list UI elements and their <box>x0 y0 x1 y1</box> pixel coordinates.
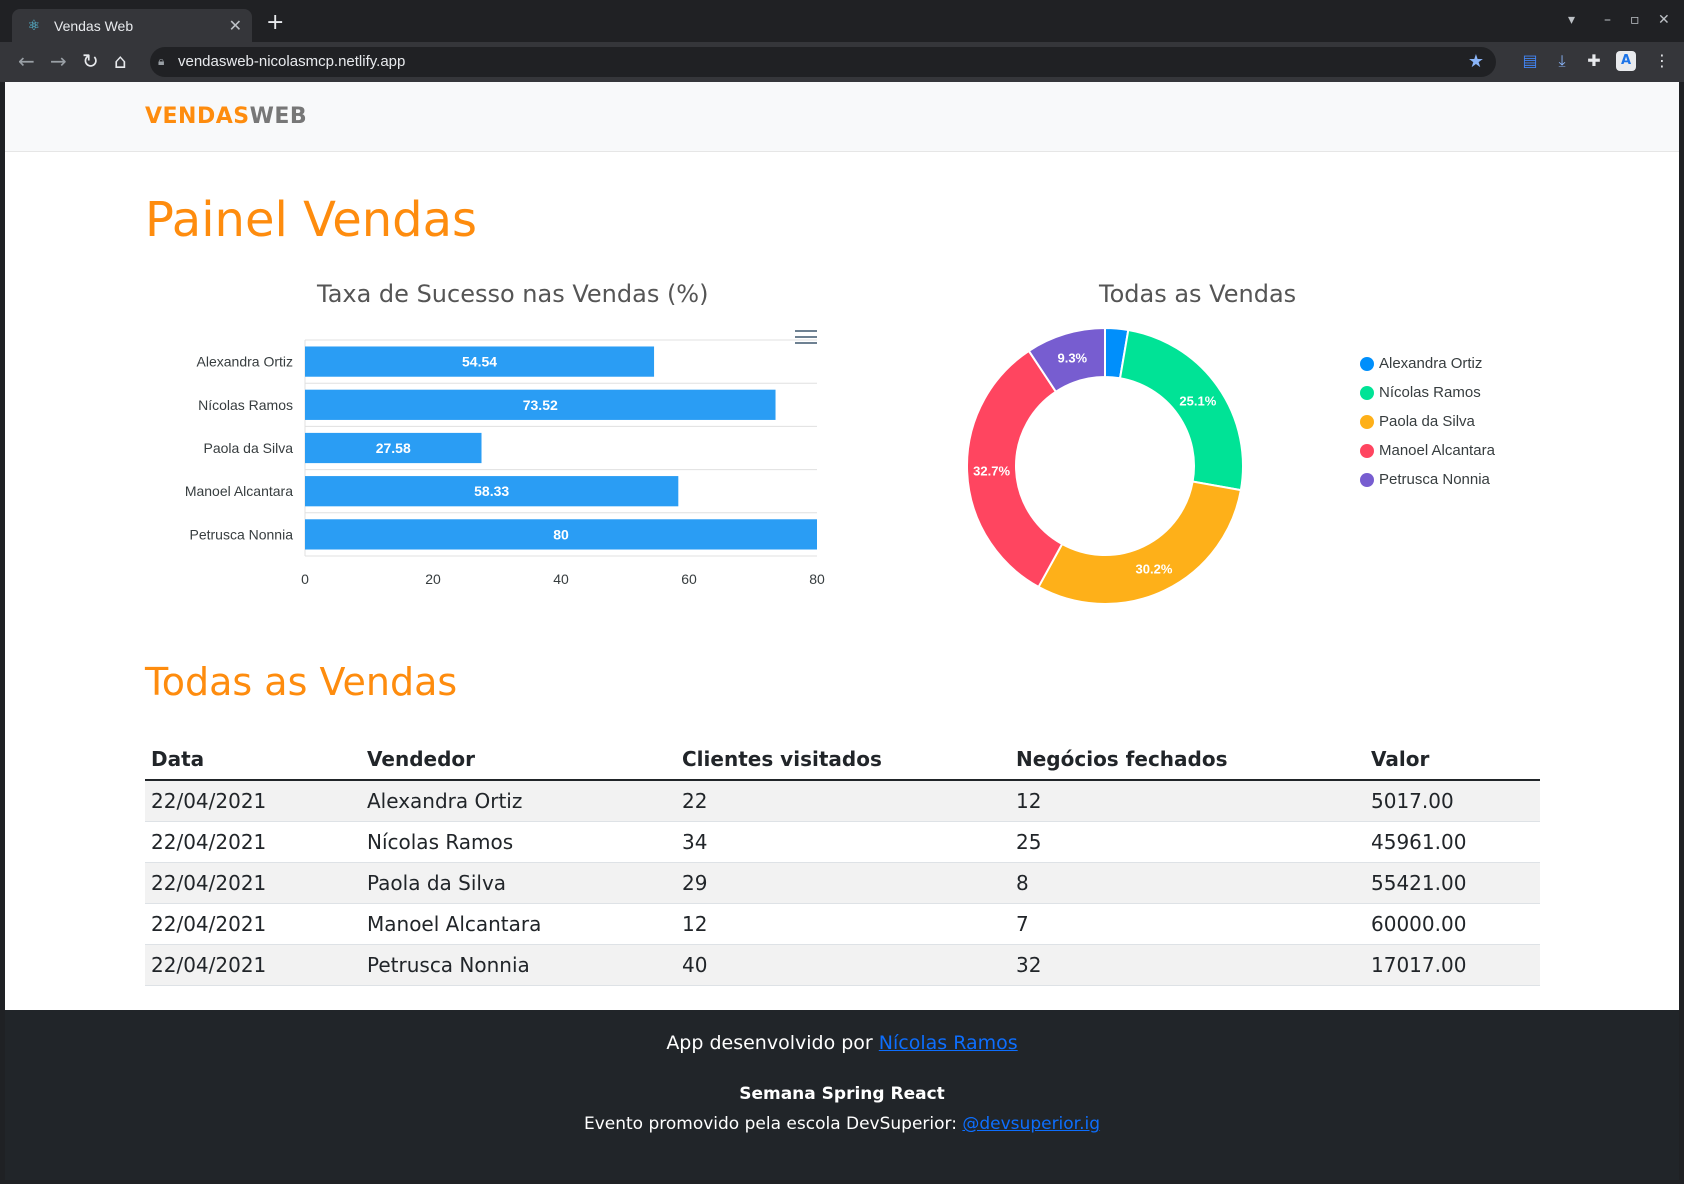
close-tab-icon[interactable]: ✕ <box>229 16 242 35</box>
legend-label: Nícolas Ramos <box>1379 384 1481 401</box>
browser-tab[interactable]: ⚛ Vendas Web ✕ <box>12 9 252 42</box>
cell-clientes: 34 <box>676 821 1010 863</box>
header-vendedor: Vendedor <box>361 736 676 781</box>
cell-valor: 60000.00 <box>1365 903 1540 945</box>
table-row: 22/04/2021 Paola da Silva 29 8 55421.00 <box>145 862 1540 904</box>
cell-data: 22/04/2021 <box>145 903 361 945</box>
cell-negocios: 7 <box>1010 903 1365 945</box>
slice-data-label: 30.2% <box>1136 561 1173 576</box>
instagram-link[interactable]: @devsuperior.ig <box>962 1114 1100 1134</box>
cell-negocios: 32 <box>1010 944 1365 986</box>
header-valor: Valor <box>1365 736 1540 781</box>
cell-valor: 5017.00 <box>1365 780 1540 822</box>
cell-negocios: 12 <box>1010 780 1365 822</box>
footer-credit: App desenvolvido por Nícolas Ramos <box>666 1032 1018 1054</box>
legend-marker <box>1360 357 1374 371</box>
react-favicon-icon: ⚛ <box>27 18 41 34</box>
table-header-row: Data Vendedor Clientes visitados Negócio… <box>145 736 1540 781</box>
slice-data-label: 9.3% <box>1057 350 1087 365</box>
cell-valor: 17017.00 <box>1365 944 1540 986</box>
legend-marker <box>1360 415 1374 429</box>
new-tab-icon[interactable]: + <box>266 12 284 34</box>
tab-title: Vendas Web <box>54 18 134 34</box>
donut-slice[interactable] <box>1118 328 1244 492</box>
footer: App desenvolvido por Nícolas Ramos Seman… <box>5 1010 1679 1180</box>
close-window-icon[interactable]: ✕ <box>1658 12 1670 28</box>
cell-data: 22/04/2021 <box>145 780 361 822</box>
cell-valor: 45961.00 <box>1365 821 1540 863</box>
profile-dropdown-icon[interactable]: ▾ <box>1568 12 1575 28</box>
browser-toolbar: ← → ↻ ⌂ 🔒︎ vendasweb-nicolasmcp.netlify.… <box>0 42 1684 82</box>
page-viewport: VENDASWEB Painel Vendas Taxa de Sucesso … <box>5 82 1679 1180</box>
table-row: 22/04/2021 Petrusca Nonnia 40 32 17017.0… <box>145 944 1540 986</box>
home-icon[interactable]: ⌂ <box>114 48 127 74</box>
cell-negocios: 8 <box>1010 862 1365 904</box>
cell-vendedor: Nícolas Ramos <box>361 821 676 863</box>
cell-clientes: 40 <box>676 944 1010 986</box>
cell-vendedor: Alexandra Ortiz <box>361 780 676 822</box>
footer-event-info: Evento promovido pela escola DevSuperior… <box>583 1114 1101 1134</box>
table-row: 22/04/2021 Nícolas Ramos 34 25 45961.00 <box>145 821 1540 863</box>
cell-negocios: 25 <box>1010 821 1365 863</box>
cell-data: 22/04/2021 <box>145 944 361 986</box>
table-row: 22/04/2021 Manoel Alcantara 12 7 60000.0… <box>145 903 1540 945</box>
legend-marker <box>1360 386 1374 400</box>
donut-slice[interactable] <box>1037 480 1243 605</box>
cell-clientes: 29 <box>676 862 1010 904</box>
legend-label: Manoel Alcantara <box>1379 442 1495 459</box>
cell-clientes: 12 <box>676 903 1010 945</box>
cell-vendedor: Paola da Silva <box>361 862 676 904</box>
bookmark-star-icon[interactable]: ★ <box>1468 51 1484 72</box>
table-row: 22/04/2021 Alexandra Ortiz 22 12 5017.00 <box>145 780 1540 822</box>
reload-icon[interactable]: ↻ <box>82 48 99 74</box>
legend-label: Petrusca Nonnia <box>1379 471 1490 488</box>
legend-marker <box>1360 473 1374 487</box>
extension-download-icon[interactable]: ⤓ <box>1552 51 1572 71</box>
forward-arrow-icon[interactable]: → <box>50 48 67 74</box>
sales-section-title: Todas as Vendas <box>145 660 458 704</box>
header-clientes-visitados: Clientes visitados <box>676 736 1010 781</box>
sales-table: Data Vendedor Clientes visitados Negócio… <box>145 736 1540 986</box>
minimize-window-icon[interactable]: – <box>1604 12 1611 28</box>
slice-data-label: 32.7% <box>973 464 1010 479</box>
cell-data: 22/04/2021 <box>145 821 361 863</box>
extensions-puzzle-icon[interactable]: ✚ <box>1584 51 1604 71</box>
address-bar[interactable]: 🔒︎ vendasweb-nicolasmcp.netlify.app ★ <box>150 47 1496 77</box>
extension-doc-icon[interactable]: ▤ <box>1520 51 1540 71</box>
cell-valor: 55421.00 <box>1365 862 1540 904</box>
restore-window-icon[interactable]: ▫ <box>1630 12 1640 28</box>
header-negocios-fechados: Negócios fechados <box>1010 736 1365 781</box>
legend-label: Alexandra Ortiz <box>1379 355 1483 372</box>
profile-avatar-icon[interactable]: A <box>1616 51 1636 71</box>
slice-data-label: 25.1% <box>1179 394 1216 409</box>
lock-icon: 🔒︎ <box>158 54 165 68</box>
legend-marker <box>1360 444 1374 458</box>
author-link[interactable]: Nícolas Ramos <box>879 1032 1018 1054</box>
browser-menu-icon[interactable]: ⋮ <box>1652 51 1672 71</box>
cell-vendedor: Manoel Alcantara <box>361 903 676 945</box>
url-text: vendasweb-nicolasmcp.netlify.app <box>178 53 406 70</box>
browser-chrome: ⚛ Vendas Web ✕ + ▾ – ▫ ✕ ← → ↻ ⌂ 🔒︎ vend… <box>0 0 1684 82</box>
cell-data: 22/04/2021 <box>145 862 361 904</box>
cell-clientes: 22 <box>676 780 1010 822</box>
legend-label: Paola da Silva <box>1379 413 1475 430</box>
footer-event-title: Semana Spring React <box>739 1084 945 1104</box>
cell-vendedor: Petrusca Nonnia <box>361 944 676 986</box>
header-data: Data <box>145 736 361 781</box>
back-arrow-icon[interactable]: ← <box>18 48 35 74</box>
